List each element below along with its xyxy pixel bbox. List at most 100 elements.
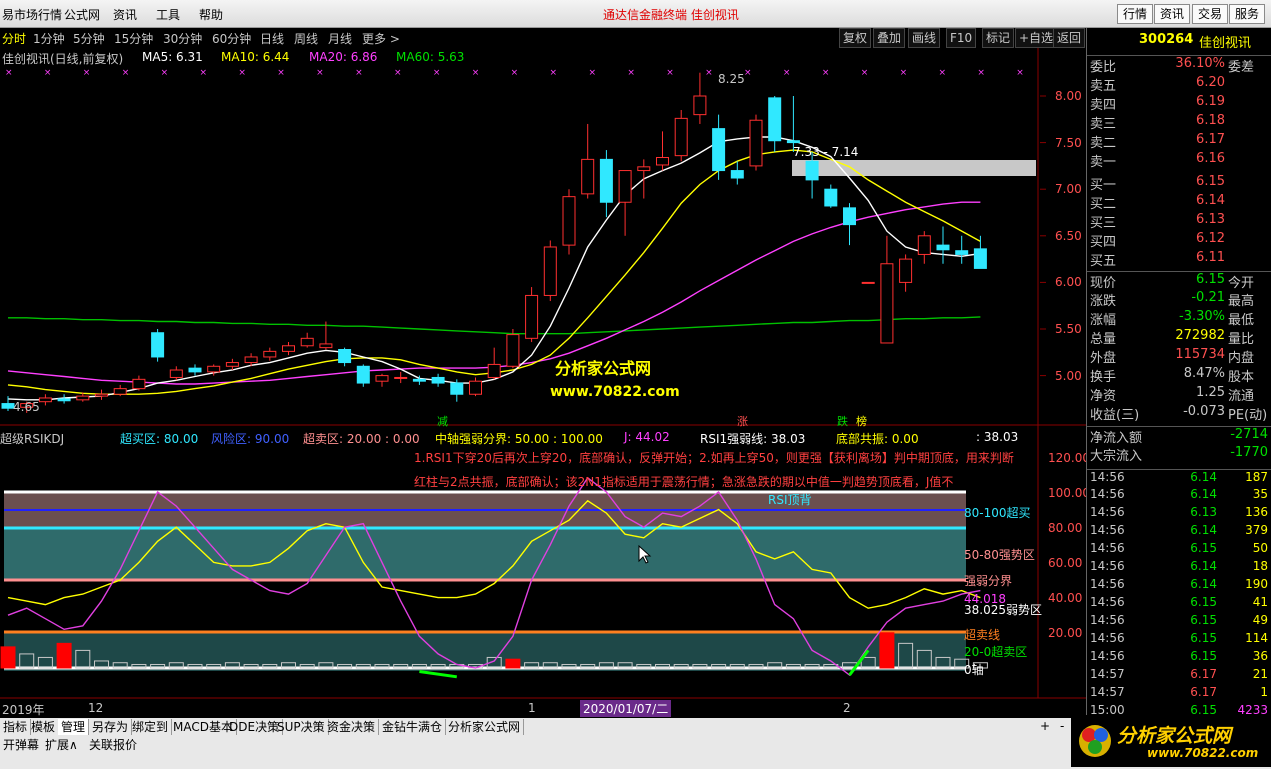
- signal-x-mark: ×: [316, 68, 324, 78]
- ask-row[interactable]: 卖五 6.20: [1087, 75, 1271, 94]
- ind-mid: 中轴强弱分界: 50.00 : 100.00: [435, 432, 603, 446]
- signal-x-mark: ×: [977, 68, 985, 78]
- signal-x-mark: ×: [822, 68, 830, 78]
- bottom-tab[interactable]: 金钻牛满仓: [379, 719, 447, 735]
- price-tick-750: 7.50: [1055, 136, 1082, 150]
- bottom-tab-secondary[interactable]: 开弹幕: [0, 737, 42, 753]
- zoom-out-button[interactable]: -: [1060, 719, 1064, 733]
- period-more[interactable]: 更多 >: [362, 30, 400, 47]
- zoom-in-button[interactable]: +: [1040, 719, 1050, 733]
- price-tick-650: 6.50: [1055, 229, 1082, 243]
- tick-row: 14:56 6.14 190: [1087, 577, 1271, 595]
- ind-oversell: 超卖区: 20.00 : 0.00: [303, 432, 420, 446]
- f10-button[interactable]: F10: [946, 28, 977, 48]
- tick-time: 14:56: [1090, 470, 1125, 484]
- menu-news[interactable]: 资讯: [113, 6, 137, 23]
- period-intraday[interactable]: 分时: [2, 30, 26, 47]
- stock-code: 300264: [1139, 32, 1194, 47]
- signal-x-mark: ×: [122, 68, 130, 78]
- bid-row[interactable]: 买一 6.15: [1087, 174, 1271, 193]
- candle-body: [57, 398, 71, 402]
- candle-body: [188, 367, 202, 373]
- signal-tag: 减: [437, 415, 448, 428]
- ma20-label: MA20: 6.86: [309, 50, 378, 64]
- candle-body: [786, 140, 800, 144]
- overlay-button[interactable]: 叠加: [873, 28, 906, 48]
- ask-price: 6.17: [1196, 132, 1225, 147]
- ask-label: 卖五: [1090, 79, 1117, 94]
- tick-time: 14:56: [1090, 559, 1125, 573]
- service-button[interactable]: 服务: [1229, 4, 1266, 24]
- menu-tools[interactable]: 工具: [156, 6, 180, 23]
- draw-button[interactable]: 画线: [908, 28, 941, 48]
- adjust-button[interactable]: 复权: [839, 28, 872, 48]
- period-day[interactable]: 日线: [260, 30, 284, 47]
- chart-area[interactable]: × × × × × × × × × × × × × × × × × × × × × × × × × × × 佳创视讯(日线,前复权)…: [0, 48, 1090, 718]
- price-tick-550: 5.50: [1055, 322, 1082, 336]
- ma60-line: [8, 316, 981, 335]
- candle-body: [824, 188, 838, 207]
- candle-body: [843, 207, 856, 226]
- ask-row[interactable]: 卖二 6.17: [1087, 132, 1271, 151]
- candle-body: [412, 378, 426, 382]
- candle-body: [506, 334, 520, 367]
- menu-formula-net[interactable]: 公式网: [64, 6, 100, 23]
- indicator-note-1: 1.RSI1下穿20后再次上穿20，底部确认，反弹开始；2.如再上穿50，则更强…: [414, 451, 1014, 465]
- watermark-title: 分析家公式网: [555, 359, 652, 378]
- candle-body: [693, 95, 707, 116]
- ask-row[interactable]: 卖一 6.16: [1087, 151, 1271, 170]
- ask-row[interactable]: 卖三 6.18: [1087, 113, 1271, 132]
- bottom-tab[interactable]: 管理: [58, 719, 90, 735]
- bottom-tab[interactable]: 资金决策: [324, 719, 380, 735]
- stat-row: 总量 272982 量比: [1087, 328, 1271, 347]
- menu-help[interactable]: 帮助: [199, 6, 223, 23]
- menu-market[interactable]: 易市场行情: [2, 6, 62, 23]
- period-60min[interactable]: 60分钟: [212, 30, 251, 47]
- back-button[interactable]: 返回: [1053, 28, 1086, 48]
- ask-row[interactable]: 卖四 6.19: [1087, 94, 1271, 113]
- period-30min[interactable]: 30分钟: [163, 30, 202, 47]
- tick-time: 14:56: [1090, 649, 1125, 663]
- ind-tick-60: 60.00: [1048, 556, 1083, 570]
- signal-tag: 跌: [837, 415, 848, 428]
- info-button[interactable]: 资讯: [1154, 4, 1191, 24]
- bid-row[interactable]: 买三 6.13: [1087, 212, 1271, 231]
- tick-price: 6.15: [1190, 631, 1217, 645]
- indicator-bar: [56, 642, 72, 669]
- bid-row[interactable]: 买四 6.12: [1087, 231, 1271, 250]
- bottom-tab-secondary[interactable]: 扩展∧: [42, 737, 81, 753]
- bid-row[interactable]: 买五 6.11: [1087, 250, 1271, 269]
- weibi-value: 36.10%: [1175, 56, 1225, 71]
- ind-risk: 风险区: 90.00: [211, 432, 290, 446]
- signal-x-mark: ×: [277, 68, 285, 78]
- period-5min[interactable]: 5分钟: [73, 30, 105, 47]
- price-tick-800: 8.00: [1055, 89, 1082, 103]
- ma10-label: MA10: 6.44: [221, 50, 290, 64]
- bottom-tab[interactable]: SUP决策: [274, 719, 329, 735]
- bottom-tab[interactable]: 另存为: [89, 719, 133, 735]
- period-1min[interactable]: 1分钟: [33, 30, 65, 47]
- tick-price: 6.15: [1190, 649, 1217, 663]
- period-week[interactable]: 周线: [294, 30, 318, 47]
- zone-label-80-100: 80-100超买: [964, 506, 1031, 520]
- indicator-name: 超级RSIKDJ: [0, 432, 65, 446]
- candle-body: [618, 170, 632, 203]
- bid-row[interactable]: 买二 6.14: [1087, 193, 1271, 212]
- candle-body: [861, 281, 875, 284]
- period-month[interactable]: 月线: [328, 30, 352, 47]
- flow-row: 净流入额 -2714: [1087, 426, 1271, 446]
- quote-button[interactable]: 行情: [1117, 4, 1154, 24]
- period-15min[interactable]: 15分钟: [114, 30, 153, 47]
- bottom-tab-secondary[interactable]: 关联报价: [86, 737, 140, 753]
- bottom-tab[interactable]: 绑定到: [129, 719, 173, 735]
- trade-button[interactable]: 交易: [1192, 4, 1229, 24]
- bottom-tab[interactable]: 分析家公式网: [445, 719, 525, 735]
- bottom-tab[interactable]: 模板: [28, 719, 60, 735]
- stat-label: 外盘: [1090, 351, 1117, 366]
- add-watchlist-button[interactable]: +自选: [1015, 28, 1058, 48]
- bottom-tab[interactable]: 指标: [0, 719, 32, 735]
- signal-x-mark: ×: [433, 68, 441, 78]
- indicator-bar: [505, 658, 521, 669]
- ask-label: 卖一: [1090, 155, 1117, 170]
- mark-button[interactable]: 标记: [982, 28, 1015, 48]
